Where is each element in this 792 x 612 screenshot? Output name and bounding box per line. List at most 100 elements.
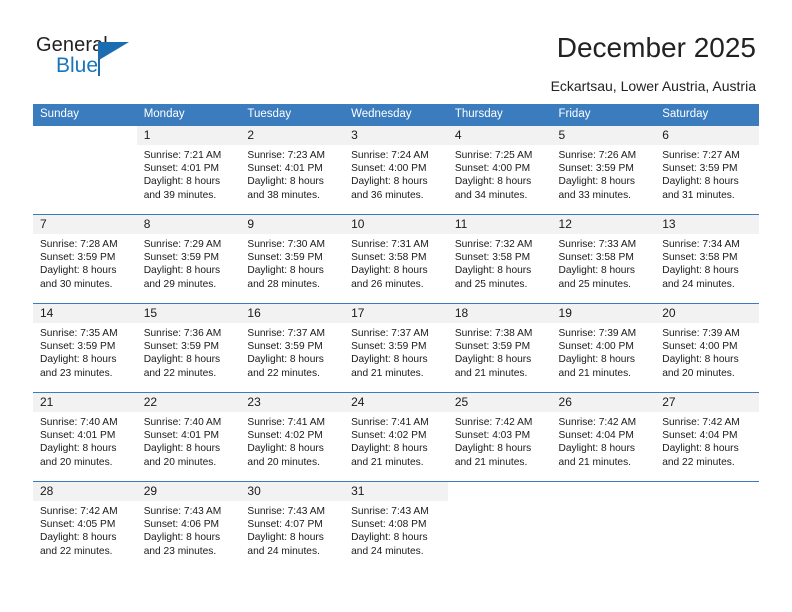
calendar-day-cell[interactable]: 18 Sunrise: 7:38 AM Sunset: 3:59 PM Dayligh…	[447, 303, 552, 393]
day-detail-daylight2: and 24 minutes.	[247, 545, 320, 557]
calendar-day-cell[interactable]: 3 Sunrise: 7:24 AM Sunset: 4:00 PM Daylight…	[344, 125, 448, 215]
day-cell-inner: 29 Sunrise: 7:43 AM Sunset: 4:06 PM Dayligh…	[136, 482, 241, 571]
calendar-day-cell[interactable]: 29 Sunrise: 7:43 AM Sunset: 4:06 PM Dayligh…	[136, 481, 241, 571]
day-detail-daylight2: and 21 minutes.	[558, 456, 632, 468]
day-cell-inner: 4 Sunrise: 7:25 AM Sunset: 4:00 PM Daylight…	[447, 126, 552, 214]
day-number: 10	[344, 215, 448, 234]
calendar-day-cell[interactable]: 25 Sunrise: 7:42 AM Sunset: 4:03 PM Dayligh…	[447, 392, 552, 482]
weekday-header-sunday: Sunday	[33, 104, 137, 126]
day-cell-inner: 31 Sunrise: 7:43 AM Sunset: 4:08 PM Dayligh…	[344, 482, 448, 571]
day-cell-inner: 3 Sunrise: 7:24 AM Sunset: 4:00 PM Daylight…	[344, 126, 448, 214]
day-detail-daylight2: and 20 minutes.	[662, 367, 735, 379]
calendar-day-cell[interactable]: 19 Sunrise: 7:39 AM Sunset: 4:00 PM Dayligh…	[551, 303, 656, 393]
weekday-header-saturday: Saturday	[655, 104, 759, 126]
day-number: 26	[551, 393, 656, 412]
day-detail-daylight1: Daylight: 8 hours	[558, 265, 635, 277]
day-detail-daylight1: Daylight: 8 hours	[247, 532, 324, 544]
day-details: Sunrise: 7:26 AM Sunset: 3:59 PM Daylight:…	[552, 145, 656, 202]
day-number: 20	[655, 304, 759, 323]
calendar-day-cell[interactable]: 10 Sunrise: 7:31 AM Sunset: 3:58 PM Dayligh…	[344, 214, 448, 304]
day-details: Sunrise: 7:43 AM Sunset: 4:07 PM Daylight:…	[240, 501, 344, 558]
day-number	[447, 482, 552, 501]
calendar-day-cell[interactable]: 12 Sunrise: 7:33 AM Sunset: 3:58 PM Dayligh…	[551, 214, 656, 304]
day-details: Sunrise: 7:25 AM Sunset: 4:00 PM Daylight:…	[448, 145, 552, 202]
day-detail-sunrise: Sunrise: 7:42 AM	[40, 506, 118, 517]
calendar-day-cell[interactable]: 15 Sunrise: 7:36 AM Sunset: 3:59 PM Dayligh…	[136, 303, 241, 393]
day-details	[655, 501, 759, 505]
day-number: 24	[344, 393, 448, 412]
calendar-day-cell[interactable]: 27 Sunrise: 7:42 AM Sunset: 4:04 PM Dayligh…	[655, 392, 759, 482]
calendar-day-cell[interactable]: 26 Sunrise: 7:42 AM Sunset: 4:04 PM Dayligh…	[551, 392, 656, 482]
calendar-day-cell-empty	[447, 481, 552, 571]
day-detail-sunset: Sunset: 3:59 PM	[454, 341, 531, 353]
day-details: Sunrise: 7:35 AM Sunset: 3:59 PM Daylight:…	[33, 323, 137, 380]
calendar-day-cell[interactable]: 30 Sunrise: 7:43 AM Sunset: 4:07 PM Dayligh…	[240, 481, 345, 571]
calendar-day-cell[interactable]: 2 Sunrise: 7:23 AM Sunset: 4:01 PM Daylight…	[240, 125, 345, 215]
day-detail-sunrise: Sunrise: 7:21 AM	[143, 150, 222, 161]
day-detail-daylight2: and 33 minutes.	[558, 189, 632, 201]
day-detail-daylight1: Daylight: 8 hours	[40, 532, 117, 544]
day-detail-daylight1: Daylight: 8 hours	[40, 265, 117, 277]
calendar-day-cell[interactable]: 5 Sunrise: 7:26 AM Sunset: 3:59 PM Daylight…	[551, 125, 656, 215]
day-details: Sunrise: 7:41 AM Sunset: 4:02 PM Daylight:…	[344, 412, 448, 469]
day-detail-daylight1: Daylight: 8 hours	[454, 443, 532, 455]
day-cell-inner: 11 Sunrise: 7:32 AM Sunset: 3:58 PM Dayligh…	[447, 215, 552, 303]
calendar-day-cell[interactable]: 21 Sunrise: 7:40 AM Sunset: 4:01 PM Dayligh…	[33, 392, 137, 482]
day-cell-inner: 23 Sunrise: 7:41 AM Sunset: 4:02 PM Dayligh…	[240, 393, 345, 481]
day-detail-sunset: Sunset: 3:59 PM	[662, 163, 738, 175]
day-detail-sunset: Sunset: 4:04 PM	[662, 430, 738, 442]
day-detail-daylight2: and 24 minutes.	[662, 278, 735, 290]
day-details: Sunrise: 7:21 AM Sunset: 4:01 PM Daylight:…	[137, 145, 241, 202]
calendar-day-cell[interactable]: 28 Sunrise: 7:42 AM Sunset: 4:05 PM Dayligh…	[33, 481, 137, 571]
weekday-header-thursday: Thursday	[447, 104, 552, 126]
page-header: General Blue December 2025 Eckartsau, Lo…	[0, 0, 792, 104]
calendar-day-cell[interactable]: 16 Sunrise: 7:37 AM Sunset: 3:59 PM Dayligh…	[240, 303, 345, 393]
logo-triangle-icon	[99, 42, 129, 60]
day-detail-sunrise: Sunrise: 7:35 AM	[40, 328, 118, 339]
day-cell-inner: 30 Sunrise: 7:43 AM Sunset: 4:07 PM Dayligh…	[240, 482, 345, 571]
day-detail-daylight2: and 21 minutes.	[351, 367, 424, 379]
day-detail-sunset: Sunset: 4:05 PM	[40, 519, 116, 531]
day-cell-inner: 10 Sunrise: 7:31 AM Sunset: 3:58 PM Dayligh…	[344, 215, 448, 303]
day-detail-daylight1: Daylight: 8 hours	[143, 443, 221, 455]
day-detail-daylight1: Daylight: 8 hours	[558, 354, 635, 366]
calendar-day-cell[interactable]: 7 Sunrise: 7:28 AM Sunset: 3:59 PM Daylight…	[33, 214, 137, 304]
calendar-day-cell[interactable]: 8 Sunrise: 7:29 AM Sunset: 3:59 PM Daylight…	[136, 214, 241, 304]
day-details: Sunrise: 7:42 AM Sunset: 4:04 PM Daylight:…	[552, 412, 656, 469]
day-detail-daylight1: Daylight: 8 hours	[351, 265, 428, 277]
calendar-day-cell[interactable]: 23 Sunrise: 7:41 AM Sunset: 4:02 PM Dayligh…	[240, 392, 345, 482]
day-detail-daylight2: and 21 minutes.	[558, 367, 632, 379]
day-detail-daylight2: and 26 minutes.	[351, 278, 424, 290]
day-number: 8	[136, 215, 241, 234]
calendar-week-row: 21 Sunrise: 7:40 AM Sunset: 4:01 PM Dayligh…	[33, 392, 759, 482]
calendar-day-cell[interactable]: 22 Sunrise: 7:40 AM Sunset: 4:01 PM Dayligh…	[136, 392, 241, 482]
day-details: Sunrise: 7:33 AM Sunset: 3:58 PM Daylight:…	[552, 234, 656, 291]
calendar-day-cell[interactable]: 1 Sunrise: 7:21 AM Sunset: 4:01 PM Daylight…	[136, 125, 241, 215]
day-detail-sunrise: Sunrise: 7:34 AM	[662, 239, 740, 250]
day-cell-inner: 1 Sunrise: 7:21 AM Sunset: 4:01 PM Daylight…	[136, 126, 241, 214]
day-cell-inner: 14 Sunrise: 7:35 AM Sunset: 3:59 PM Dayligh…	[33, 304, 137, 392]
calendar-day-cell[interactable]: 31 Sunrise: 7:43 AM Sunset: 4:08 PM Dayligh…	[344, 481, 448, 571]
calendar-day-cell[interactable]: 17 Sunrise: 7:37 AM Sunset: 3:59 PM Dayligh…	[344, 303, 448, 393]
day-detail-daylight2: and 22 minutes.	[247, 367, 320, 379]
calendar-day-cell[interactable]: 11 Sunrise: 7:32 AM Sunset: 3:58 PM Dayligh…	[447, 214, 552, 304]
day-details: Sunrise: 7:30 AM Sunset: 3:59 PM Daylight:…	[240, 234, 344, 291]
day-number: 14	[33, 304, 137, 323]
calendar-day-cell[interactable]: 13 Sunrise: 7:34 AM Sunset: 3:58 PM Dayligh…	[655, 214, 759, 304]
day-detail-sunset: Sunset: 3:58 PM	[454, 252, 531, 264]
calendar-day-cell[interactable]: 6 Sunrise: 7:27 AM Sunset: 3:59 PM Daylight…	[655, 125, 759, 215]
calendar-day-cell[interactable]: 20 Sunrise: 7:39 AM Sunset: 4:00 PM Dayligh…	[655, 303, 759, 393]
day-detail-sunset: Sunset: 4:00 PM	[558, 341, 634, 353]
day-detail-daylight1: Daylight: 8 hours	[40, 354, 117, 366]
day-detail-sunset: Sunset: 3:58 PM	[662, 252, 738, 264]
day-detail-daylight2: and 29 minutes.	[143, 278, 217, 290]
calendar-day-cell[interactable]: 14 Sunrise: 7:35 AM Sunset: 3:59 PM Dayligh…	[33, 303, 137, 393]
day-detail-daylight1: Daylight: 8 hours	[143, 265, 221, 277]
calendar-day-cell[interactable]: 4 Sunrise: 7:25 AM Sunset: 4:00 PM Daylight…	[447, 125, 552, 215]
day-number: 23	[240, 393, 345, 412]
day-detail-sunset: Sunset: 4:01 PM	[143, 430, 220, 442]
calendar-day-cell[interactable]: 24 Sunrise: 7:41 AM Sunset: 4:02 PM Dayligh…	[344, 392, 448, 482]
calendar-day-cell[interactable]: 9 Sunrise: 7:30 AM Sunset: 3:59 PM Daylight…	[240, 214, 345, 304]
day-number: 29	[136, 482, 241, 501]
day-detail-daylight2: and 24 minutes.	[351, 545, 424, 557]
